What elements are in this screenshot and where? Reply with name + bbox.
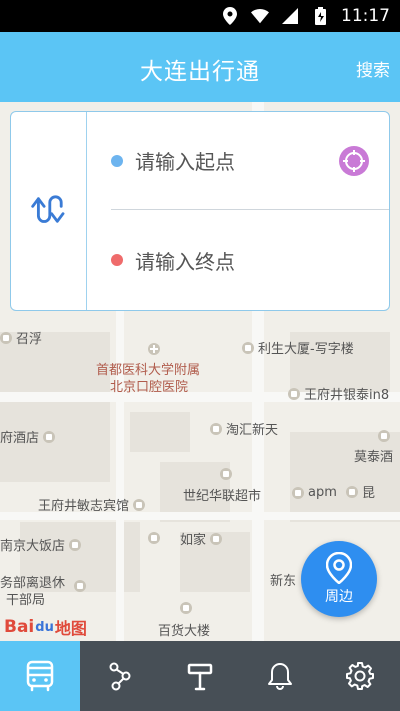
map-label bbox=[180, 602, 192, 614]
route-icon bbox=[109, 662, 131, 691]
bell-icon bbox=[268, 663, 292, 690]
route-input-card: 请输入起点 请输入终点 bbox=[10, 111, 390, 311]
end-dot-icon bbox=[111, 254, 123, 266]
gear-icon bbox=[346, 662, 374, 690]
tab-settings[interactable] bbox=[320, 641, 400, 711]
page-title: 大连出行通 bbox=[140, 59, 260, 85]
hospital-icon bbox=[147, 342, 161, 356]
bus-icon bbox=[26, 660, 54, 692]
map-label: 莫泰酒 bbox=[354, 450, 394, 465]
map-block bbox=[0, 332, 110, 482]
map-label: 南京大饭店 bbox=[0, 535, 82, 554]
search-button[interactable]: 搜索 bbox=[356, 56, 390, 81]
map-label: 利生大厦-写字楼 bbox=[242, 338, 354, 357]
map-label: 王府井敏志宾馆 bbox=[38, 495, 146, 514]
status-time: 11:17 bbox=[341, 6, 390, 26]
map-label: 北京口腔医院 bbox=[110, 380, 189, 395]
map-label bbox=[378, 430, 390, 442]
swap-button[interactable] bbox=[11, 112, 87, 310]
tab-route[interactable] bbox=[80, 641, 160, 711]
baidu-map-logo: Bai du 地图 bbox=[4, 617, 87, 638]
map-label: 府酒店 bbox=[0, 427, 56, 446]
bottom-tab-bar bbox=[0, 641, 400, 711]
map-label: 召浮 bbox=[0, 328, 42, 347]
map-label: 昆 bbox=[346, 482, 375, 501]
crosshair-icon bbox=[343, 150, 365, 172]
paw-icon: du bbox=[35, 619, 54, 635]
location-pin-icon bbox=[326, 552, 352, 584]
nearby-button[interactable]: 周边 bbox=[301, 541, 377, 617]
start-field[interactable]: 请输入起点 bbox=[111, 112, 389, 210]
tab-station[interactable] bbox=[160, 641, 240, 711]
map-label: 干部局 bbox=[6, 593, 46, 608]
map-label: 淘汇新天 bbox=[210, 419, 278, 438]
battery-icon bbox=[311, 7, 329, 25]
start-placeholder: 请输入起点 bbox=[135, 150, 235, 174]
wifi-icon bbox=[251, 7, 269, 25]
tab-bus[interactable] bbox=[0, 641, 80, 711]
status-bar: 11:17 bbox=[0, 0, 400, 32]
map-label: 王府井银泰in8 bbox=[288, 384, 389, 403]
end-placeholder: 请输入终点 bbox=[135, 249, 235, 274]
map-label bbox=[220, 468, 232, 480]
map-label: 如家 bbox=[180, 529, 223, 548]
app-bar: 大连出行通 搜索 bbox=[0, 32, 400, 102]
map-label: 百货大楼 bbox=[158, 624, 211, 639]
swap-arrows-icon bbox=[30, 195, 64, 223]
bus-stop-sign-icon bbox=[187, 663, 213, 691]
map-road bbox=[116, 302, 124, 641]
location-icon bbox=[221, 7, 239, 25]
map-label: apm bbox=[292, 485, 337, 500]
signal-icon bbox=[281, 7, 299, 25]
map-label: 世纪华联超市 bbox=[183, 489, 262, 504]
map-label bbox=[148, 532, 160, 544]
map-label bbox=[74, 580, 86, 592]
start-dot-icon bbox=[111, 154, 123, 167]
locate-button[interactable] bbox=[339, 146, 369, 176]
map-label: 新东 bbox=[270, 574, 297, 589]
tab-notification[interactable] bbox=[240, 641, 320, 711]
map-block bbox=[130, 412, 190, 452]
end-field[interactable]: 请输入终点 bbox=[111, 211, 389, 309]
nearby-label: 周边 bbox=[325, 589, 353, 605]
